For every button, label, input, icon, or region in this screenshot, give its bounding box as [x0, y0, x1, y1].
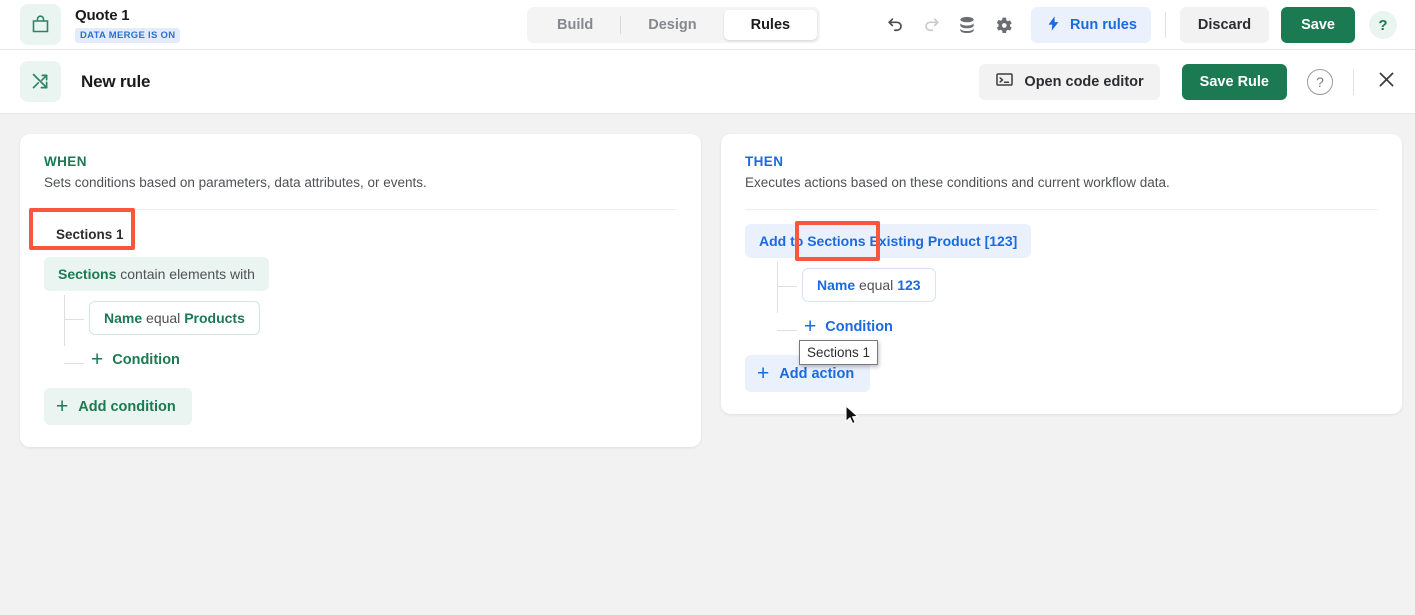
when-panel: WHEN Sets conditions based on parameters…: [20, 134, 701, 447]
then-panel: THEN Executes actions based on these con…: [721, 134, 1402, 414]
then-condition-chip[interactable]: Name equal 123: [802, 268, 936, 302]
then-condition-field: Name: [817, 277, 855, 293]
database-icon[interactable]: [949, 7, 985, 43]
condition-row: Name equal Products: [64, 301, 677, 335]
plus-icon: +: [757, 363, 769, 384]
when-description: Sets conditions based on parameters, dat…: [44, 175, 677, 190]
then-add-action-label: Add action: [779, 366, 854, 382]
then-nested-conditions: Name equal 123 + Condition: [777, 268, 1378, 341]
app-bar-actions: Run rules Discard Save ?: [877, 0, 1397, 50]
page-title: Quote 1: [75, 7, 180, 25]
when-add-condition-button[interactable]: + Add condition: [44, 388, 192, 425]
top-app-bar: Quote 1 DATA MERGE IS ON Build Design Ru…: [0, 0, 1415, 50]
undo-icon[interactable]: [877, 7, 913, 43]
tab-build[interactable]: Build: [530, 10, 620, 40]
help-button[interactable]: ?: [1369, 11, 1397, 39]
rule-actions: Open code editor Save Rule ?: [979, 64, 1397, 100]
when-add-condition-inline[interactable]: + Condition: [89, 345, 182, 374]
when-group-tab[interactable]: Sections 1: [44, 220, 136, 249]
condition-row: Name equal 123: [777, 268, 1378, 302]
tab-design[interactable]: Design: [621, 10, 723, 40]
save-button[interactable]: Save: [1281, 7, 1355, 43]
discard-button[interactable]: Discard: [1180, 7, 1269, 43]
when-root-text: contain elements with: [116, 266, 255, 282]
when-root-subject: Sections: [58, 266, 116, 282]
when-condition-group: Sections contain elements with Name equa…: [44, 249, 677, 374]
run-rules-label: Run rules: [1070, 17, 1137, 33]
then-action-suffix: Existing Product [123]: [869, 233, 1017, 249]
rule-title: New rule: [81, 72, 150, 92]
save-rule-button[interactable]: Save Rule: [1182, 64, 1287, 100]
when-add-condition-row: + Condition: [64, 345, 677, 374]
then-action-chip[interactable]: Add to Sections Existing Product [123]: [745, 224, 1031, 258]
plus-icon: +: [56, 396, 68, 417]
shopping-bag-icon: [20, 4, 61, 45]
then-add-condition-row: + Condition: [777, 312, 1378, 341]
rule-canvas: WHEN Sets conditions based on parameters…: [0, 114, 1415, 615]
close-icon[interactable]: [1376, 69, 1397, 95]
status-badge: DATA MERGE IS ON: [75, 28, 180, 43]
mouse-cursor: [845, 405, 861, 432]
view-tabs: Build Design Rules: [527, 7, 820, 43]
open-code-editor-label: Open code editor: [1024, 74, 1143, 90]
then-description: Executes actions based on these conditio…: [745, 175, 1378, 190]
rule-sub-bar: New rule Open code editor Save Rule ?: [0, 50, 1415, 114]
tab-rules[interactable]: Rules: [724, 10, 818, 40]
when-add-condition-label: Add condition: [78, 399, 175, 415]
then-target-tooltip: Sections 1: [799, 340, 878, 365]
when-nested-conditions: Name equal Products + Condition: [64, 301, 677, 374]
when-condition-operator: equal: [146, 310, 180, 326]
open-code-editor-button[interactable]: Open code editor: [979, 64, 1159, 100]
when-condition-chip[interactable]: Name equal Products: [89, 301, 260, 335]
when-condition-value: Products: [184, 310, 245, 326]
when-root-chip[interactable]: Sections contain elements with: [44, 257, 269, 291]
lightning-bolt-icon: [1045, 15, 1062, 36]
run-rules-button[interactable]: Run rules: [1031, 7, 1151, 43]
actions-divider: [1165, 12, 1166, 38]
then-action-prefix: Add to: [759, 233, 803, 249]
question-circle-icon[interactable]: ?: [1307, 69, 1333, 95]
then-condition-operator: equal: [859, 277, 893, 293]
brand-block: Quote 1 DATA MERGE IS ON: [0, 4, 180, 45]
then-heading: THEN: [745, 154, 1378, 169]
when-add-condition-inline-label: Condition: [112, 352, 180, 368]
when-condition-field: Name: [104, 310, 142, 326]
then-action-target: Sections: [807, 233, 865, 249]
redo-icon[interactable]: [913, 7, 949, 43]
terminal-icon: [995, 70, 1014, 93]
rule-actions-divider: [1353, 69, 1354, 95]
when-divider: [44, 209, 677, 210]
then-add-condition-inline-label: Condition: [825, 319, 893, 335]
plus-icon: +: [804, 316, 816, 337]
plus-icon: +: [91, 349, 103, 370]
then-action-group: Add to Sections Existing Product [123] N…: [745, 210, 1378, 341]
then-condition-value: 123: [897, 277, 920, 293]
then-add-condition-inline[interactable]: + Condition: [802, 312, 895, 341]
when-heading: WHEN: [44, 154, 677, 169]
shuffle-arrows-icon: [20, 61, 61, 102]
gear-icon[interactable]: [985, 7, 1021, 43]
